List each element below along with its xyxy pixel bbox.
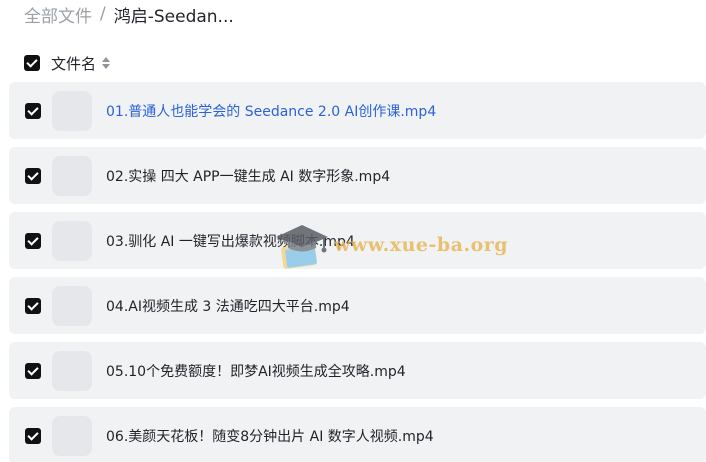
row-checkbox[interactable] [25, 362, 41, 379]
file-row[interactable]: 01.普通人也能学会的 Seedance 2.0 AI创作课.mp4 [9, 82, 706, 139]
file-row[interactable]: 05.10个免费额度！即梦AI视频生成全攻略.mp4 [9, 342, 706, 399]
file-browser: 全部文件 / 鸿启-Seedan... 文件名 01.普通人也能学会的 Seed… [0, 0, 706, 462]
file-row[interactable]: 03.驯化 AI 一键写出爆款视频脚本.mp4 [9, 212, 706, 269]
file-name[interactable]: 06.美颜天花板！随变8分钟出片 AI 数字人视频.mp4 [106, 426, 434, 446]
file-name[interactable]: 01.普通人也能学会的 Seedance 2.0 AI创作课.mp4 [106, 101, 436, 121]
file-row[interactable]: 06.美颜天花板！随变8分钟出片 AI 数字人视频.mp4 [9, 407, 706, 462]
file-name[interactable]: 02.实操 四大 APP一键生成 AI 数字形象.mp4 [106, 166, 390, 186]
sort-icon[interactable] [102, 56, 111, 70]
select-all-checkbox[interactable] [24, 55, 40, 71]
filename-column-header[interactable]: 文件名 [51, 53, 96, 74]
breadcrumb-separator: / [100, 4, 106, 24]
row-checkbox[interactable] [25, 102, 41, 119]
row-checkbox[interactable] [25, 427, 41, 444]
file-row[interactable]: 04.AI视频生成 3 法通吃四大平台.mp4 [9, 277, 706, 334]
row-checkbox[interactable] [25, 297, 41, 314]
row-checkbox[interactable] [25, 232, 41, 249]
breadcrumb: 全部文件 / 鸿启-Seedan... [24, 2, 234, 27]
video-thumbnail [52, 220, 92, 261]
video-thumbnail [52, 285, 92, 326]
file-name[interactable]: 05.10个免费额度！即梦AI视频生成全攻略.mp4 [106, 361, 406, 381]
video-thumbnail [52, 415, 92, 456]
breadcrumb-root-link[interactable]: 全部文件 [24, 2, 92, 27]
file-row[interactable]: 02.实操 四大 APP一键生成 AI 数字形象.mp4 [9, 147, 706, 204]
file-name[interactable]: 04.AI视频生成 3 法通吃四大平台.mp4 [106, 296, 350, 316]
row-checkbox[interactable] [25, 167, 41, 184]
breadcrumb-current-folder: 鸿启-Seedan... [113, 6, 234, 27]
file-list: 01.普通人也能学会的 Seedance 2.0 AI创作课.mp4 02.实操… [9, 82, 706, 462]
video-thumbnail [52, 90, 92, 131]
video-thumbnail [52, 350, 92, 391]
video-thumbnail [52, 155, 92, 196]
file-name[interactable]: 03.驯化 AI 一键写出爆款视频脚本.mp4 [106, 231, 355, 251]
list-header: 文件名 [24, 52, 111, 74]
